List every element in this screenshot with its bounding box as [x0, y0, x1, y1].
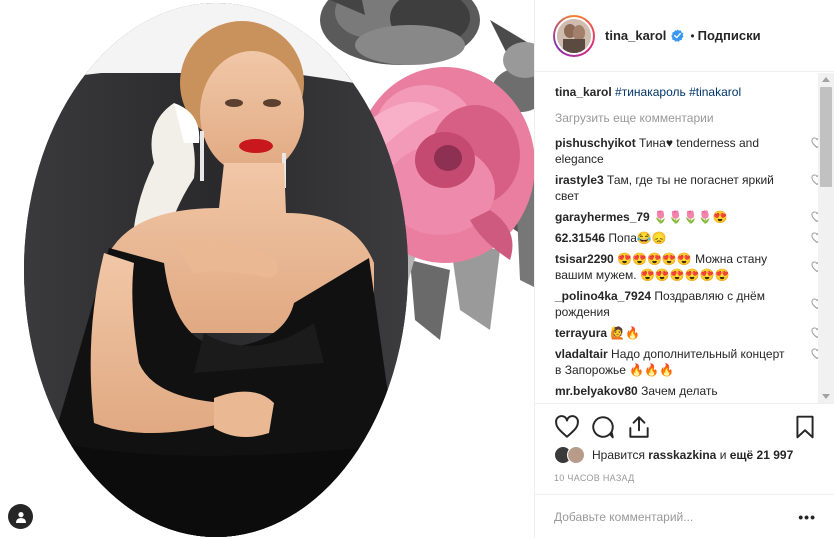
likes-summary: Нравится rasskazkina и ещё 21 997: [554, 445, 793, 465]
user-silhouette-icon: [15, 511, 26, 523]
add-comment-bar: •••: [534, 494, 834, 538]
likes-text: Нравится rasskazkina и ещё 21 997: [592, 448, 793, 462]
likes-count[interactable]: ещё 21 997: [730, 448, 794, 462]
post-media[interactable]: [0, 0, 534, 538]
tagged-users-button[interactable]: [8, 504, 33, 529]
more-options-icon[interactable]: •••: [796, 509, 816, 525]
liker-avatar[interactable]: [567, 446, 585, 464]
post-actions-bar: [534, 403, 834, 447]
comment-input[interactable]: [554, 509, 796, 524]
share-icon[interactable]: [626, 414, 652, 440]
liker-username[interactable]: rasskazkina: [648, 448, 716, 462]
heart-icon[interactable]: [554, 414, 580, 440]
bookmark-icon[interactable]: [792, 414, 818, 440]
post-footer-area: Нравится rasskazkina и ещё 21 997 10 час…: [534, 0, 834, 538]
post-timestamp[interactable]: 10 часов назад: [554, 473, 635, 483]
likes-prefix: Нравится: [592, 448, 645, 462]
likes-connector: и: [719, 448, 727, 462]
portrait-photo: [24, 3, 408, 537]
comment-bubble-icon[interactable]: [590, 414, 616, 440]
